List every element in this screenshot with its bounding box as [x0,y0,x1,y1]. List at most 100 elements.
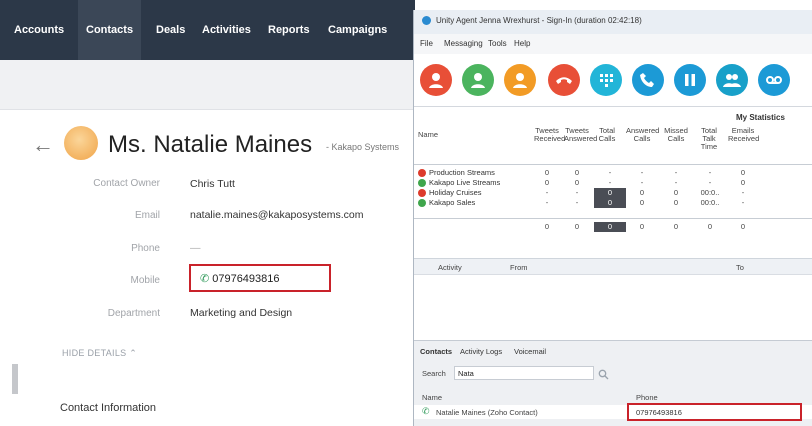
stats-total: 0 [639,222,645,231]
phone-icon: ✆ [422,406,430,416]
tab-contacts[interactable]: Contacts [420,347,452,356]
agent-green-icon[interactable] [462,64,494,96]
stats-cell: 0 [639,198,645,207]
contacts-panel: Contacts Activity Logs Voicemail Search … [414,340,812,426]
mobile-number[interactable]: 07976493816 [212,273,279,285]
stats-cell: 0 [544,168,550,177]
contact-company[interactable]: - Kakapo Systems [326,142,399,152]
tab-activity-logs[interactable]: Activity Logs [460,347,502,356]
stats-row-name: Production Streams [429,168,495,177]
window-titlebar[interactable]: Unity Agent Jenna Wrexhurst - Sign-In (d… [414,10,812,34]
menu-messaging[interactable]: Messaging [444,39,483,48]
stats-col-missed-calls[interactable]: Missed Calls [662,127,690,143]
stats-cell: - [674,178,678,187]
stats-cell: 0 [673,198,679,207]
statistics-panel: My Statistics Name Tweets Received Tweet… [414,106,812,258]
stats-row[interactable]: Production Streams 0 0 - - - - 0 [418,168,812,178]
activity-col-from[interactable]: From [510,263,528,272]
stats-cell: - [741,188,745,197]
agent-red-icon[interactable] [420,64,452,96]
window-title: Unity Agent Jenna Wrexhurst - Sign-In (d… [436,16,642,25]
crm-subheader [0,60,415,110]
stats-totals-row: 0 0 0 0 0 0 0 [418,222,812,232]
nav-tab-accounts[interactable]: Accounts [0,0,70,60]
dialpad-icon[interactable] [590,64,622,96]
stats-total: 0 [607,222,613,231]
stats-header-divider [414,164,812,165]
stats-cell: 0 [574,178,580,187]
stats-total: 0 [544,222,550,231]
hangup-icon[interactable] [548,64,580,96]
stats-col-emails-received[interactable]: Emails Received [728,127,759,143]
phone-highlight-box [627,403,802,421]
stats-row-name: Holiday Cruises [429,188,482,197]
stats-row-name: Kakapo Live Streams [429,178,501,187]
search-input[interactable] [454,366,594,380]
field-value-phone: — [190,242,201,254]
contact-name: Ms. Natalie Maines [108,131,313,158]
stats-col-total-calls[interactable]: Total Calls [594,127,620,143]
stats-cell: - [545,188,549,197]
stats-col-tweets-answered[interactable]: Tweets Answered [564,127,597,143]
field-label-phone: Phone [131,243,160,254]
conference-icon[interactable] [716,64,748,96]
tab-voicemail[interactable]: Voicemail [514,347,546,356]
stats-col-total-talk-time[interactable]: Total Talk Time [696,127,722,151]
stats-totals-divider [414,218,812,219]
stats-cell: - [545,198,549,207]
phone-icon: ✆ [200,273,210,285]
agent-orange-icon[interactable] [504,64,536,96]
stats-cell: - [708,168,712,177]
stats-cell: 0 [607,198,613,207]
stats-cell: - [640,178,644,187]
stats-row[interactable]: Kakapo Sales - - 0 0 0 00:0.. - [418,198,812,208]
nav-tab-contacts[interactable]: Contacts [78,0,142,60]
field-value-mobile[interactable]: ✆ 07976493816 [200,272,280,285]
stats-cell: 0 [740,178,746,187]
search-label: Search [422,369,446,378]
stats-col-tweets-received[interactable]: Tweets Received [534,127,565,143]
stats-row-name: Kakapo Sales [429,198,476,207]
back-arrow-icon[interactable]: ← [32,134,54,156]
stats-cell: - [741,198,745,207]
field-value-email[interactable]: natalie.maines@kakaposystems.com [190,209,363,221]
hide-details-link[interactable]: HIDE DETAILS ⌃ [62,348,137,359]
field-label-mobile: Mobile [130,275,160,286]
activity-col-to[interactable]: To [736,263,744,272]
stats-row[interactable]: Holiday Cruises - - 0 0 0 00:0.. - [418,188,812,198]
voicemail-icon[interactable] [758,64,790,96]
menu-bar: File Messaging Tools Help [414,34,812,54]
toolbar [414,54,812,104]
search-icon[interactable] [598,367,609,385]
field-label-email: Email [134,210,160,221]
call-icon[interactable] [632,64,664,96]
stats-total: 0 [673,222,679,231]
menu-file[interactable]: File [420,39,433,48]
nav-tab-deals[interactable]: Deals [150,0,191,60]
status-dot-green [418,199,426,207]
crm-top-nav: Accounts Contacts Deals Activities Repor… [0,0,415,60]
field-label-department: Department [107,308,160,319]
stats-total: 0 [574,222,580,231]
stats-cell: - [608,168,612,177]
activity-col-activity[interactable]: Activity [438,263,462,272]
results-col-name[interactable]: Name [422,393,442,402]
nav-tab-campaigns[interactable]: Campaigns [322,0,393,60]
field-value-owner[interactable]: Chris Tutt [190,178,235,190]
stats-col-answered-calls[interactable]: Answered Calls [626,127,659,143]
stats-total: 0 [707,222,713,231]
status-dot-red [418,169,426,177]
pause-icon[interactable] [674,64,706,96]
nav-tab-reports[interactable]: Reports [262,0,316,60]
menu-help[interactable]: Help [514,39,530,48]
statistics-title: My Statistics [736,113,785,122]
stats-col-name[interactable]: Name [418,131,438,139]
menu-tools[interactable]: Tools [488,39,507,48]
stats-row[interactable]: Kakapo Live Streams 0 0 - - - - 0 [418,178,812,188]
status-dot-green [418,179,426,187]
crm-scrollbar[interactable] [12,364,18,394]
results-col-phone[interactable]: Phone [636,393,658,402]
field-value-department[interactable]: Marketing and Design [190,307,292,319]
stats-cell: 0 [544,178,550,187]
nav-tab-activities[interactable]: Activities [196,0,257,60]
